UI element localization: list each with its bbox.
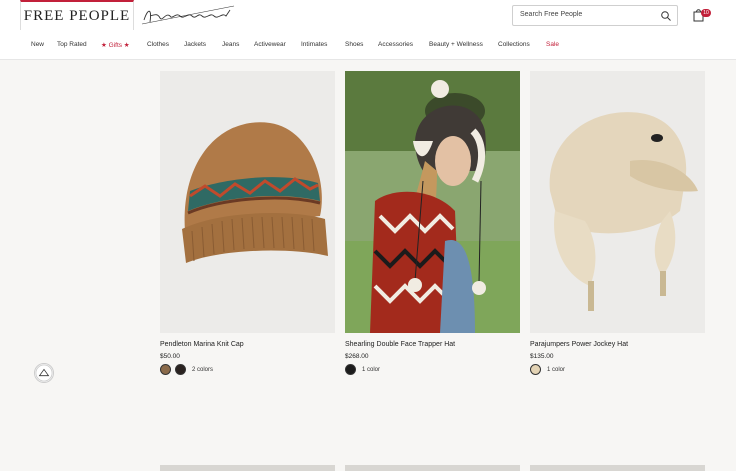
search-input[interactable]: Search Free People <box>512 5 678 26</box>
product-image[interactable] <box>345 71 520 333</box>
nav-item-gifts[interactable]: ★ Gifts ★ <box>101 41 130 49</box>
nav-item-shoes[interactable]: Shoes <box>345 41 363 48</box>
jockey-hat-illustration <box>530 71 705 333</box>
product-image[interactable] <box>160 71 335 333</box>
main-nav: New Top Rated ★ Gifts ★ Clothes Jackets … <box>0 32 736 60</box>
next-row-product-image[interactable] <box>530 465 705 471</box>
product-card[interactable]: Parajumpers Power Jockey Hat $135.00 1 c… <box>530 71 705 471</box>
nav-item-collections[interactable]: Collections <box>498 41 530 48</box>
product-price: $135.00 <box>530 353 554 360</box>
color-swatches: 2 colors <box>160 364 213 375</box>
nav-item-jackets[interactable]: Jackets <box>184 41 206 48</box>
product-price: $50.00 <box>160 353 180 360</box>
nav-item-top-rated[interactable]: Top Rated <box>57 41 87 48</box>
nav-item-accessories[interactable]: Accessories <box>378 41 413 48</box>
fp-movement-badge-icon[interactable] <box>34 363 54 383</box>
product-price: $268.00 <box>345 353 369 360</box>
nav-item-jeans[interactable]: Jeans <box>222 41 239 48</box>
nav-item-beauty-wellness[interactable]: Beauty + Wellness <box>429 41 483 48</box>
product-card[interactable]: Pendleton Marina Knit Cap $50.00 2 color… <box>160 71 335 471</box>
nav-item-clothes[interactable]: Clothes <box>147 41 169 48</box>
color-swatches: 1 color <box>530 364 565 375</box>
knit-cap-illustration <box>160 71 335 333</box>
search-placeholder: Search Free People <box>520 11 583 18</box>
nav-item-intimates[interactable]: Intimates <box>301 41 327 48</box>
color-swatch[interactable] <box>345 364 356 375</box>
cart-count-badge: 10 <box>701 9 711 17</box>
colors-count: 1 color <box>547 366 566 373</box>
color-swatch[interactable] <box>160 364 171 375</box>
trapper-hat-photo-illustration <box>345 71 520 333</box>
free-people-logo[interactable]: FREE PEOPLE <box>20 0 134 30</box>
product-image[interactable] <box>530 71 705 333</box>
color-swatches: 1 color <box>345 364 380 375</box>
nav-item-activewear[interactable]: Activewear <box>254 41 286 48</box>
product-card[interactable]: Shearling Double Face Trapper Hat $268.0… <box>345 71 520 471</box>
fp-movement-logo[interactable]: fpmovement <box>140 4 236 28</box>
product-name[interactable]: Pendleton Marina Knit Cap <box>160 341 244 348</box>
next-row-product-image[interactable] <box>345 465 520 471</box>
next-row-product-image[interactable] <box>160 465 335 471</box>
product-name[interactable]: Parajumpers Power Jockey Hat <box>530 341 628 348</box>
search-icon[interactable] <box>660 10 672 22</box>
nav-item-sale[interactable]: Sale <box>546 41 559 48</box>
site-header: FREE PEOPLE fpmovement Search Free Peopl… <box>0 0 736 32</box>
color-swatch[interactable] <box>530 364 541 375</box>
nav-item-new[interactable]: New <box>31 41 44 48</box>
color-swatch[interactable] <box>175 364 186 375</box>
colors-count: 2 colors <box>192 366 214 373</box>
product-name[interactable]: Shearling Double Face Trapper Hat <box>345 341 455 348</box>
colors-count: 1 color <box>362 366 381 373</box>
